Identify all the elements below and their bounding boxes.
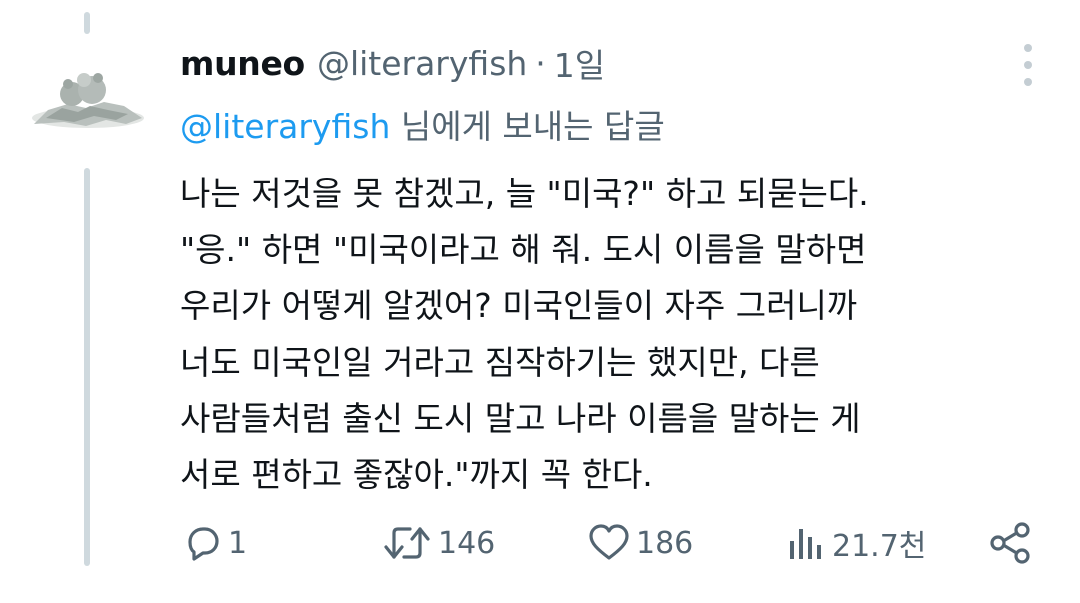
- tweet-text-line: "응." 하면 "미국이라고 해 줘. 도시 이름을 말하면: [180, 230, 867, 270]
- tweet-text: 나는 저것을 못 참겠고, 늘 "미국?" 하고 되묻는다. "응." 하면 "…: [180, 166, 1040, 503]
- tweet-header: muneo @literaryfish · 1일: [180, 38, 605, 88]
- reply-count: 1: [228, 525, 248, 561]
- reply-context: @literaryfish 님에게 보내는 답글: [180, 100, 665, 148]
- thread-line-top: [84, 12, 90, 34]
- more-icon[interactable]: [1016, 44, 1040, 86]
- like-button[interactable]: 186: [588, 518, 693, 568]
- display-name[interactable]: muneo: [180, 44, 305, 83]
- tweet-text-line: 사람들처럼 출신 도시 말고 나라 이름을 말하는 게: [180, 398, 861, 438]
- retweet-button[interactable]: 146: [382, 518, 495, 568]
- user-handle[interactable]: @literaryfish: [317, 44, 527, 83]
- view-count: 21.7천: [832, 529, 927, 564]
- reply-context-text: 님에게 보내는 답글: [390, 107, 665, 146]
- like-count: 186: [636, 525, 694, 561]
- views-icon: [786, 523, 826, 563]
- retweet-count: 146: [438, 525, 496, 561]
- tweet-text-line: 서로 편하고 좋잖아."까지 꼭 한다.: [180, 455, 653, 495]
- share-button[interactable]: [988, 518, 1032, 568]
- tweet-text-line: 너도 미국인일 거라고 짐작하기는 했지만, 다른: [180, 342, 820, 382]
- views-button[interactable]: 21.7천: [786, 518, 926, 568]
- retweet-icon: [382, 523, 432, 563]
- tweet-text-line: 우리가 어떻게 알겠어? 미국인들이 자주 그러니까: [180, 286, 858, 326]
- thread-line: [84, 168, 90, 566]
- avatar[interactable]: [28, 66, 146, 138]
- tweet-text-line: 나는 저것을 못 참겠고, 늘 "미국?" 하고 되묻는다.: [180, 174, 869, 213]
- like-icon: [588, 523, 630, 563]
- separator-dot: ·: [535, 43, 546, 83]
- share-icon: [988, 521, 1032, 565]
- reply-icon: [182, 523, 222, 563]
- timestamp[interactable]: 1일: [554, 39, 605, 87]
- reply-mention-link[interactable]: @literaryfish: [180, 107, 390, 146]
- reply-button[interactable]: 1: [182, 518, 247, 568]
- action-bar: 1 146 186 21.7천: [180, 518, 1040, 568]
